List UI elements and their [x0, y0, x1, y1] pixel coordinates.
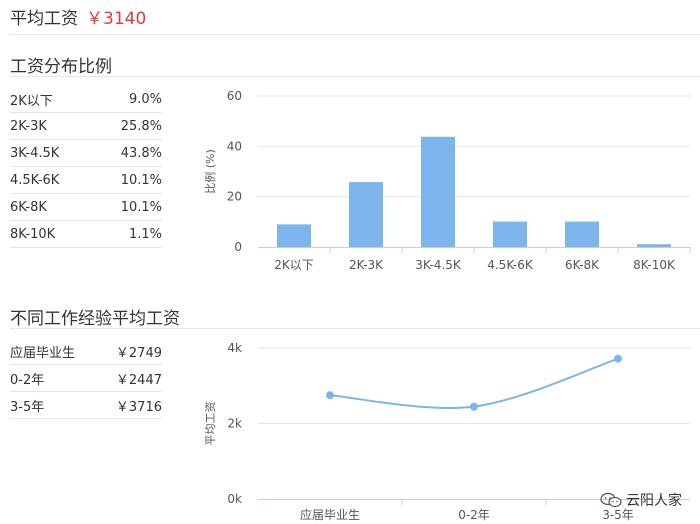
x-tick-label: 3K-4.5K: [415, 258, 462, 272]
x-tick-label: 2K以下: [274, 258, 314, 272]
bar: [637, 244, 671, 247]
distribution-list: 2K以下 9.0% 2K-3K 25.8% 3K-4.5K 43.8% 4.5K-6K…: [10, 86, 162, 248]
watermark-text: 云阳人家: [626, 493, 682, 509]
experience-row: 应届毕业生 ￥2749: [10, 338, 162, 365]
distribution-row: 6K-8K 10.1%: [10, 194, 162, 221]
experience-section-title: 不同工作经验平均工资: [10, 309, 180, 329]
y-axis-label: 比例 (%): [203, 149, 217, 194]
experience-row-label: 0-2年: [10, 372, 45, 388]
data-point: [470, 402, 478, 411]
experience-title-divider: [10, 328, 700, 329]
x-tick-label: 0-2年: [458, 508, 490, 522]
y-tick-label: 4k: [227, 341, 242, 355]
average-salary-header: 平均工资 ￥3140: [10, 6, 146, 32]
y-tick-label: 60: [227, 89, 242, 103]
experience-row-label: 3-5年: [10, 399, 45, 415]
distribution-row-value: 10.1%: [120, 172, 162, 188]
distribution-title-divider: [10, 76, 700, 77]
x-tick-label: 3-5年: [602, 508, 634, 522]
distribution-row: 4.5K-6K 10.1%: [10, 167, 162, 194]
average-salary-value: ￥3140: [86, 9, 147, 29]
experience-row-label: 应届毕业生: [10, 345, 76, 361]
distribution-row-value: 9.0%: [128, 91, 162, 107]
distribution-row-label: 2K以下: [10, 93, 53, 109]
distribution-section-title: 工资分布比例: [10, 57, 112, 77]
y-tick-label: 0: [234, 240, 242, 254]
series-line: [329, 357, 619, 410]
x-tick-label: 4.5K-6K: [487, 258, 534, 272]
distribution-row-value: 25.8%: [120, 118, 162, 134]
x-tick-label: 应届毕业生: [300, 507, 360, 522]
distribution-row-label: 6K-8K: [10, 199, 47, 215]
distribution-row: 2K-3K 25.8%: [10, 113, 162, 140]
distribution-row: 8K-10K 1.1%: [10, 221, 162, 248]
x-tick-label: 8K-10K: [633, 258, 676, 272]
distribution-row-label: 3K-4.5K: [10, 145, 60, 161]
experience-row: 3-5年 ￥3716: [10, 392, 162, 419]
distribution-row: 3K-4.5K 43.8%: [10, 140, 162, 167]
y-tick-label: 2k: [227, 417, 242, 431]
data-point: [326, 391, 334, 400]
experience-row-value: ￥3716: [115, 399, 162, 415]
x-tick-label: 2K-3K: [349, 258, 384, 272]
y-tick-label: 20: [227, 190, 242, 204]
bar: [277, 224, 311, 247]
y-axis-label: 平均工资: [204, 402, 217, 446]
header-divider: [10, 34, 700, 35]
distribution-row-value: 43.8%: [120, 145, 162, 161]
experience-list: 应届毕业生 ￥2749 0-2年 ￥2447 3-5年 ￥3716: [10, 338, 162, 419]
average-salary-label: 平均工资: [10, 9, 78, 29]
bar: [421, 136, 455, 247]
x-tick-label: 6K-8K: [565, 258, 600, 272]
y-tick-label: 40: [227, 139, 242, 153]
salary-distribution-bar-chart: 0 20 40 60 2K以下 2K-3K 3K-4.5K 4.5K-6K 6K-8K 8K-10…: [203, 89, 691, 272]
experience-row: 0-2年 ￥2447: [10, 365, 162, 392]
distribution-row: 2K以下 9.0%: [10, 86, 162, 113]
watermark: 云阳人家: [600, 490, 682, 510]
bar: [565, 221, 599, 247]
wechat-icon: [600, 492, 622, 508]
bar: [349, 182, 383, 247]
data-point: [614, 354, 622, 363]
experience-row-value: ￥2749: [115, 345, 162, 361]
distribution-row-value: 10.1%: [120, 199, 162, 215]
distribution-row-label: 4.5K-6K: [10, 172, 60, 188]
distribution-row-label: 2K-3K: [10, 118, 47, 134]
experience-row-value: ￥2447: [115, 372, 162, 388]
distribution-row-label: 8K-10K: [10, 226, 56, 242]
y-tick-label: 0k: [227, 492, 242, 506]
bar: [493, 221, 527, 247]
distribution-row-value: 1.1%: [128, 226, 162, 242]
